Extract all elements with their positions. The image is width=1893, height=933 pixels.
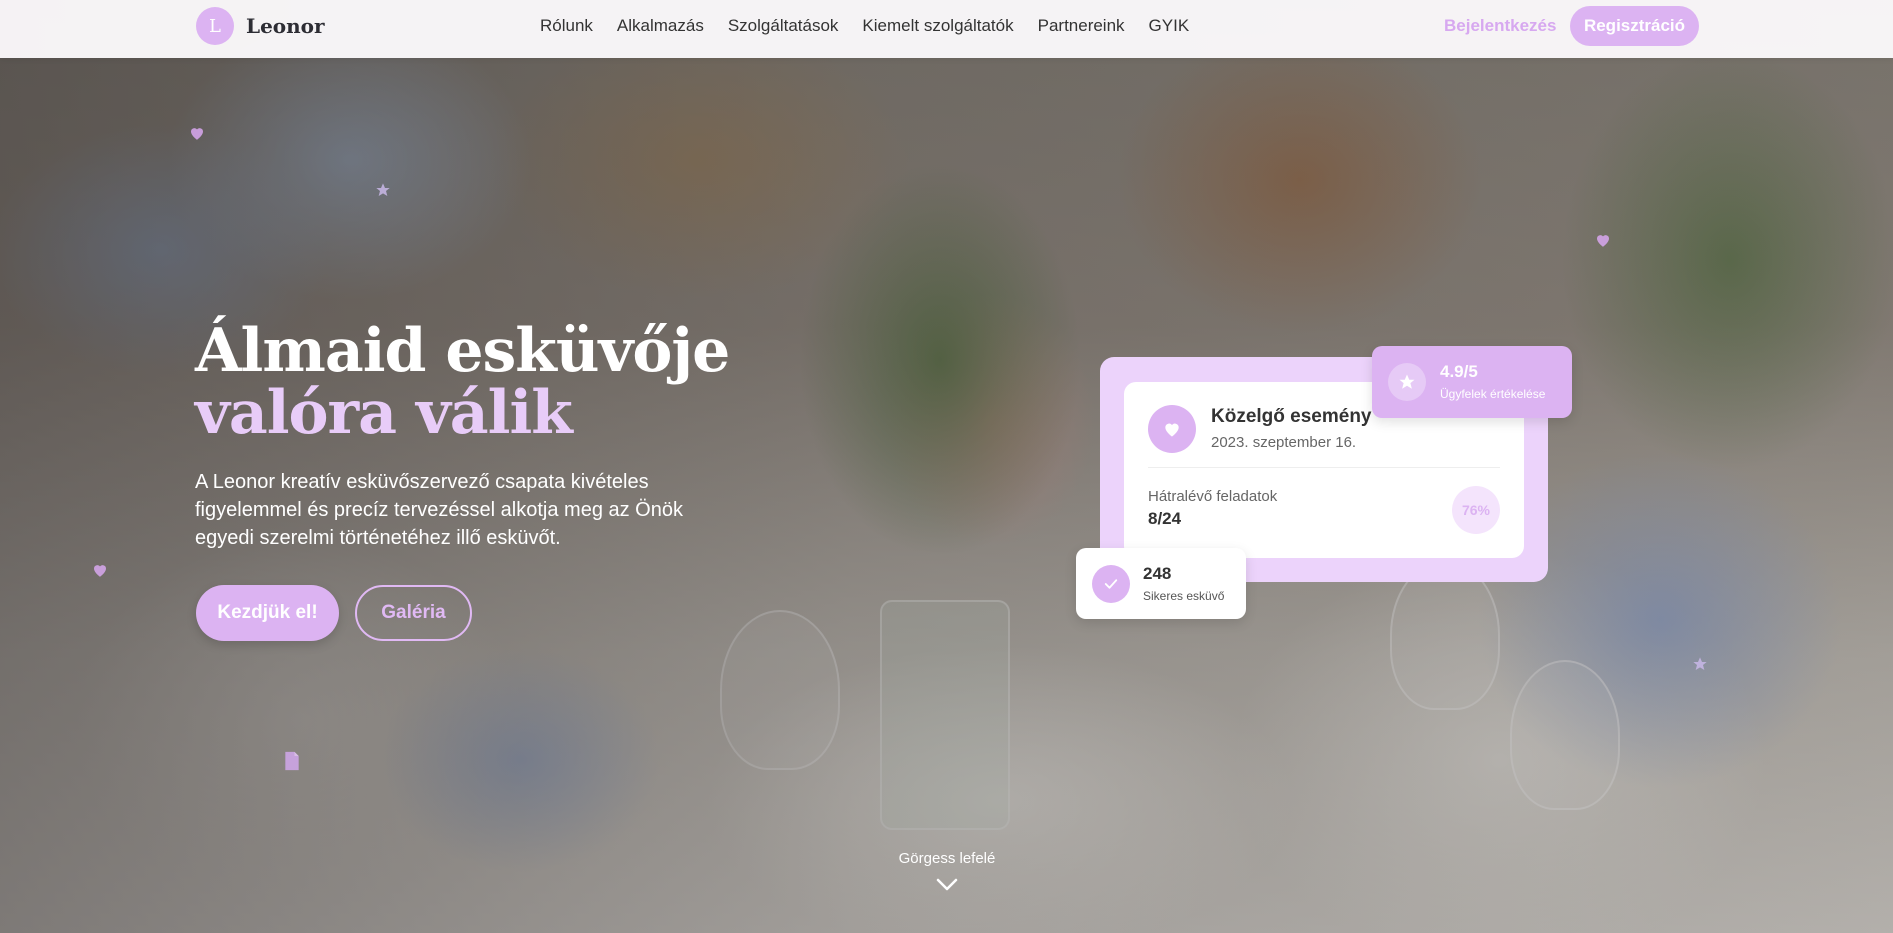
hero-title-part1: Álmaid esküvője <box>195 316 730 386</box>
star-icon <box>376 183 390 196</box>
brand-logo[interactable]: L Leonor <box>196 7 325 45</box>
tasks-label: Hátralévő feladatok <box>1148 488 1278 505</box>
nav-item-gyik[interactable]: GYIK <box>1149 16 1190 36</box>
glass-decoration <box>1390 560 1500 710</box>
nav-item-kiemelt-szolgaltatok[interactable]: Kiemelt szolgáltatók <box>862 16 1013 36</box>
tasks-value: 8/24 <box>1148 509 1182 528</box>
heart-icon <box>1597 235 1609 247</box>
top-navbar: L Leonor Rólunk Alkalmazás Szolgáltatáso… <box>0 0 1893 58</box>
glass-decoration <box>720 610 840 770</box>
hero-title-part2: válik <box>415 378 573 448</box>
register-button[interactable]: Regisztráció <box>1570 6 1699 46</box>
weddings-label: Sikeres esküvő <box>1143 589 1225 603</box>
progress-badge: 76% <box>1452 486 1500 534</box>
brand-name: Leonor <box>246 14 325 38</box>
heart-icon <box>1148 405 1196 453</box>
divider <box>1148 467 1500 468</box>
get-started-button[interactable]: Kezdjük el! <box>196 585 339 641</box>
nav-item-rolunk[interactable]: Rólunk <box>540 16 593 36</box>
event-title: Közelgő esemény <box>1211 406 1372 427</box>
nav-item-partnereink[interactable]: Partnereink <box>1038 16 1125 36</box>
event-date: 2023. szeptember 16. <box>1211 434 1357 451</box>
star-icon <box>1693 657 1707 670</box>
hero-title-accent: valóra <box>195 378 397 448</box>
logo-circle: L <box>196 7 234 45</box>
heart-icon <box>94 565 106 577</box>
hero-title: Álmaid esküvője valóra válik <box>195 320 875 444</box>
star-icon <box>1388 363 1426 401</box>
weddings-count: 248 <box>1143 564 1172 583</box>
hero-subtitle: A Leonor kreatív esküvőszervező csapata … <box>195 471 683 549</box>
rating-card: 4.9/5 Ügyfelek értékelése <box>1372 346 1572 418</box>
gallery-button[interactable]: Galéria <box>355 585 472 641</box>
heart-icon <box>191 128 203 140</box>
chevron-down-icon[interactable] <box>936 878 958 892</box>
login-link[interactable]: Bejelentkezés <box>1444 16 1556 36</box>
nav-item-szolgaltatasok[interactable]: Szolgáltatások <box>728 16 839 36</box>
document-icon <box>285 751 299 771</box>
weddings-card: 248 Sikeres esküvő <box>1076 548 1246 619</box>
check-icon <box>1092 565 1130 603</box>
rating-label: Ügyfelek értékelése <box>1440 387 1546 401</box>
rating-value: 4.9/5 <box>1440 362 1478 381</box>
vase-decoration <box>880 600 1010 830</box>
main-menu: Rólunk Alkalmazás Szolgáltatások Kiemelt… <box>540 16 1189 36</box>
glass-decoration <box>1510 660 1620 810</box>
hero-background-photo <box>0 0 1893 933</box>
nav-item-alkalmazas[interactable]: Alkalmazás <box>617 16 704 36</box>
scroll-hint[interactable]: Görgess lefelé <box>880 850 1014 867</box>
